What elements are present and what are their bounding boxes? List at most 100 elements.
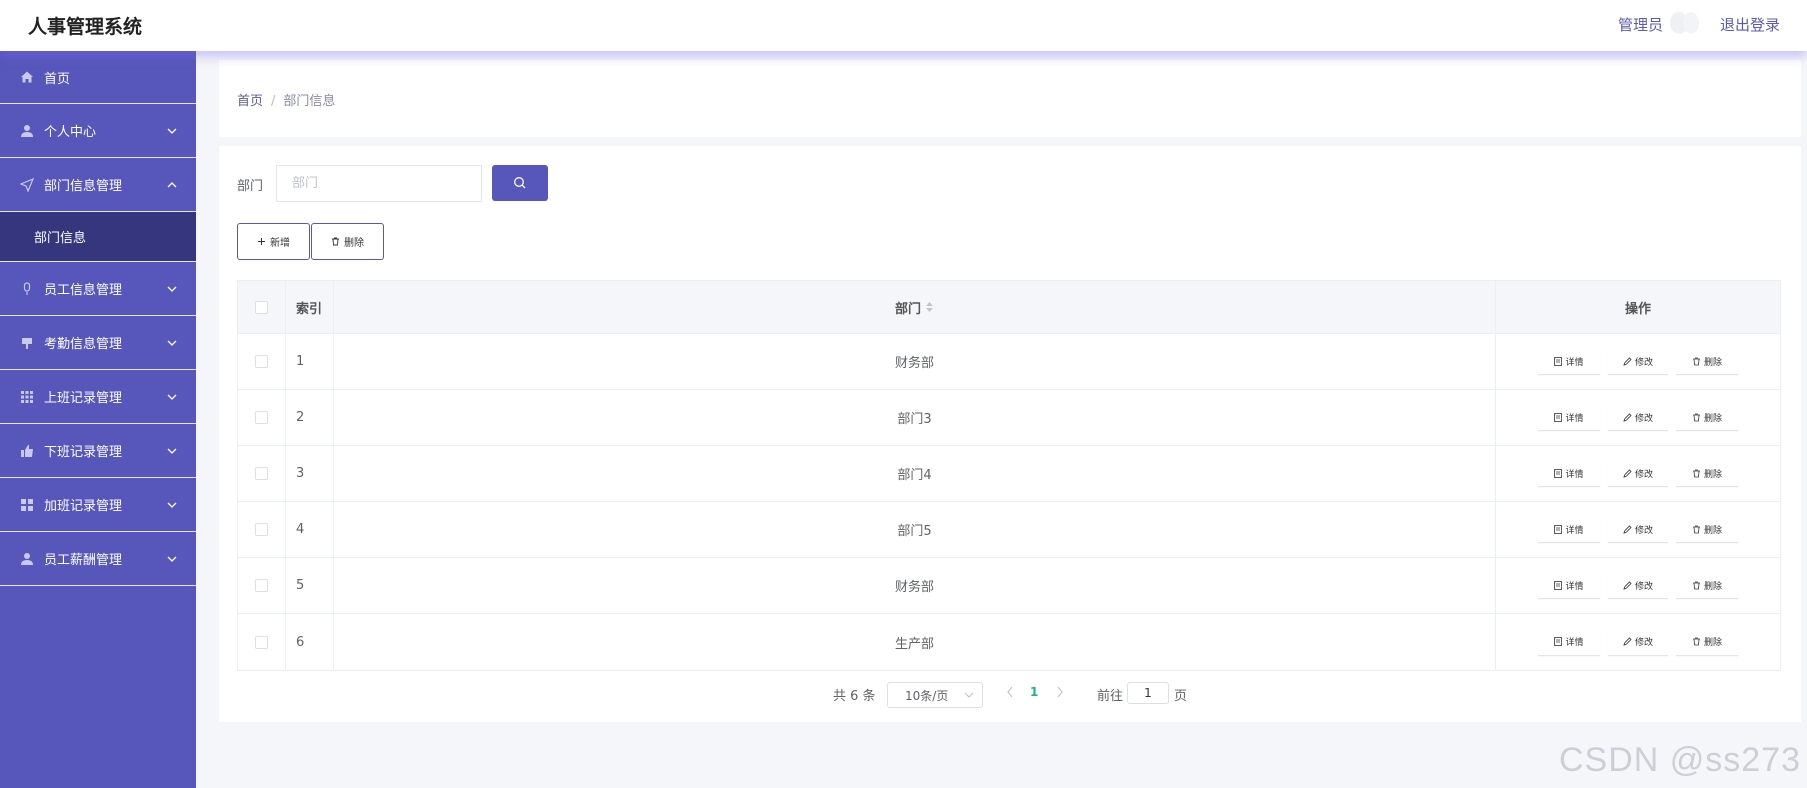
detail-button-label: 详情 <box>1565 357 1584 368</box>
row-checkbox[interactable] <box>255 635 268 649</box>
row-checkbox[interactable] <box>255 523 268 536</box>
edit-button[interactable]: 修改 <box>1608 404 1668 431</box>
breadcrumb-home[interactable]: 首页 <box>237 94 263 109</box>
trash-icon <box>332 237 339 246</box>
edit-button-label: 修改 <box>1634 581 1653 592</box>
avatar[interactable] <box>1667 11 1703 35</box>
delete-button[interactable]: 删除 <box>1676 572 1738 599</box>
delete-button[interactable]: 删除 <box>1676 628 1738 656</box>
breadcrumb: 首页 / 部门信息 <box>237 90 335 109</box>
table-body: 1 财务部 详情 修改 删除 2 部门3 详情 修改 删除 3 部门4 详情 修改 删除 4 部门5 详情 修改 删除… <box>238 334 1780 670</box>
pagination: 共 6 条 10条/页 1 前往 页 <box>219 682 1801 708</box>
page-number[interactable]: 1 <box>1030 685 1038 699</box>
sidebar-item-overtime-management[interactable]: 加班记录管理 <box>0 478 196 532</box>
dept-search-input[interactable] <box>276 165 482 202</box>
row-ops: 详情 修改 删除 <box>1496 446 1780 501</box>
batch-delete-button[interactable]: 删除 <box>311 223 384 260</box>
page-size-select[interactable]: 10条/页 <box>887 682 983 708</box>
edit-button-label: 修改 <box>1634 357 1653 368</box>
row-index: 2 <box>286 390 334 445</box>
sidebar-item-label: 部门信息管理 <box>44 179 123 194</box>
delete-button[interactable]: 删除 <box>1676 460 1738 487</box>
edit-icon <box>1623 580 1632 590</box>
document-icon <box>1554 412 1563 422</box>
search-button[interactable] <box>492 165 548 201</box>
breadcrumb-current: 部门信息 <box>283 94 336 109</box>
detail-button[interactable]: 详情 <box>1538 628 1600 656</box>
detail-button-label: 详情 <box>1565 638 1584 648</box>
sidebar-item-attendance-management[interactable]: 考勤信息管理 <box>0 316 196 370</box>
delete-button[interactable]: 删除 <box>1676 348 1738 375</box>
row-checkbox[interactable] <box>255 355 268 368</box>
app-title: 人事管理系统 <box>28 16 143 38</box>
header-dept[interactable]: 部门 <box>334 281 1496 333</box>
row-index: 4 <box>286 502 334 557</box>
chevron-down-icon <box>167 502 177 508</box>
trash-icon <box>1692 357 1700 365</box>
edit-button[interactable]: 修改 <box>1608 516 1668 543</box>
sidebar-item-salary-management[interactable]: 员工薪酬管理 <box>0 532 196 586</box>
edit-icon <box>1623 412 1632 422</box>
row-dept: 生产部 <box>334 614 1496 670</box>
header-index: 索引 <box>286 281 334 333</box>
edit-icon <box>1623 468 1632 478</box>
delete-button-label: 删除 <box>344 238 364 249</box>
logout-link[interactable]: 退出登录 <box>1720 14 1780 35</box>
detail-button-label: 详情 <box>1565 413 1584 424</box>
detail-button-label: 详情 <box>1565 469 1584 480</box>
prev-page-button[interactable] <box>1005 684 1015 700</box>
row-index: 1 <box>286 334 334 389</box>
edit-button[interactable]: 修改 <box>1608 348 1668 375</box>
edit-button[interactable]: 修改 <box>1608 628 1668 656</box>
row-checkbox[interactable] <box>255 467 268 480</box>
sidebar-item-clockin-management[interactable]: 上班记录管理 <box>0 370 196 424</box>
edit-button[interactable]: 修改 <box>1608 460 1668 487</box>
grid-icon <box>20 390 34 404</box>
sidebar-item-clockout-management[interactable]: 下班记录管理 <box>0 424 196 478</box>
microphone-icon <box>20 281 34 296</box>
add-button[interactable]: 新增 <box>237 223 310 260</box>
detail-button-label: 详情 <box>1565 581 1584 592</box>
trash-icon <box>1692 637 1700 646</box>
delete-button-label: 删除 <box>1703 413 1722 424</box>
watermark: CSDN @ss273 <box>1558 741 1801 779</box>
next-page-button[interactable] <box>1055 684 1065 700</box>
flag-icon <box>20 336 34 350</box>
sidebar-item-dept-management[interactable]: 部门信息管理 <box>0 158 196 212</box>
select-all-checkbox[interactable] <box>255 300 268 314</box>
detail-button[interactable]: 详情 <box>1538 348 1600 375</box>
detail-button[interactable]: 详情 <box>1538 460 1600 487</box>
sidebar-item-home[interactable]: 首页 <box>0 51 196 104</box>
top-header: 人事管理系统 管理员 退出登录 <box>0 0 1807 51</box>
edit-icon <box>1623 637 1632 646</box>
row-index: 6 <box>286 614 334 670</box>
row-checkbox[interactable] <box>255 411 268 424</box>
send-icon <box>20 177 34 192</box>
sidebar-item-label: 考勤信息管理 <box>44 337 123 352</box>
detail-button[interactable]: 详情 <box>1538 572 1600 599</box>
sort-icon[interactable] <box>925 301 934 313</box>
chevron-down-icon <box>167 286 177 292</box>
sidebar-item-personal-center[interactable]: 个人中心 <box>0 104 196 158</box>
edit-button[interactable]: 修改 <box>1608 572 1668 599</box>
row-checkbox[interactable] <box>255 579 268 592</box>
user-role-label: 管理员 <box>1617 16 1663 34</box>
delete-button[interactable]: 删除 <box>1676 404 1738 431</box>
goto-page-input[interactable] <box>1127 682 1169 704</box>
sidebar-item-employee-management[interactable]: 员工信息管理 <box>0 262 196 316</box>
chevron-down-icon <box>167 340 177 346</box>
delete-button[interactable]: 删除 <box>1676 516 1738 543</box>
table-row: 4 部门5 详情 修改 删除 <box>238 502 1780 558</box>
sidebar-subitem-dept-info[interactable]: 部门信息 <box>0 212 196 262</box>
page-size-value: 10条/页 <box>905 688 949 703</box>
thumb-up-icon <box>20 444 34 458</box>
trash-icon <box>1692 469 1700 477</box>
breadcrumb-separator: / <box>271 94 276 109</box>
detail-button[interactable]: 详情 <box>1538 516 1600 543</box>
delete-button-label: 删除 <box>1703 469 1722 480</box>
row-dept: 财务部 <box>334 558 1496 613</box>
breadcrumb-card: 首页 / 部门信息 <box>219 60 1801 137</box>
detail-button[interactable]: 详情 <box>1538 404 1600 431</box>
sidebar-item-label: 上班记录管理 <box>44 391 123 406</box>
document-icon <box>1554 468 1563 478</box>
